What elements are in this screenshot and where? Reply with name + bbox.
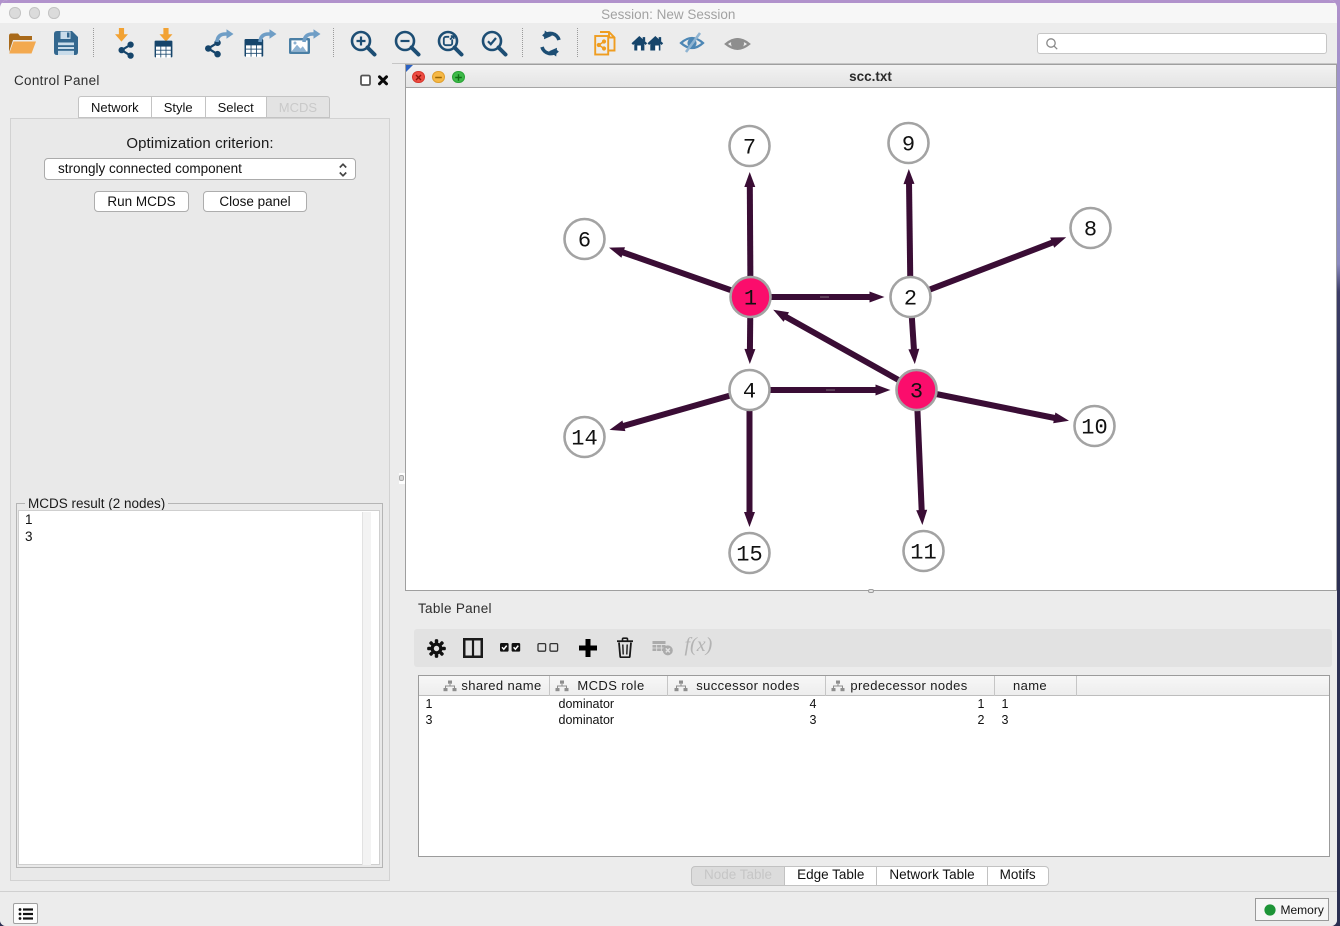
svg-text:9: 9 <box>901 133 914 158</box>
svg-text:11: 11 <box>910 541 936 566</box>
svg-text:14: 14 <box>571 427 597 452</box>
svg-text:7: 7 <box>742 136 755 161</box>
svg-text:3: 3 <box>909 380 922 405</box>
svg-text:4: 4 <box>742 380 755 405</box>
svg-text:2: 2 <box>903 287 916 312</box>
svg-text:8: 8 <box>1083 218 1096 243</box>
svg-text:6: 6 <box>577 229 590 254</box>
svg-text:10: 10 <box>1081 416 1107 441</box>
svg-text:1: 1 <box>743 287 756 312</box>
svg-text:15: 15 <box>736 543 762 568</box>
